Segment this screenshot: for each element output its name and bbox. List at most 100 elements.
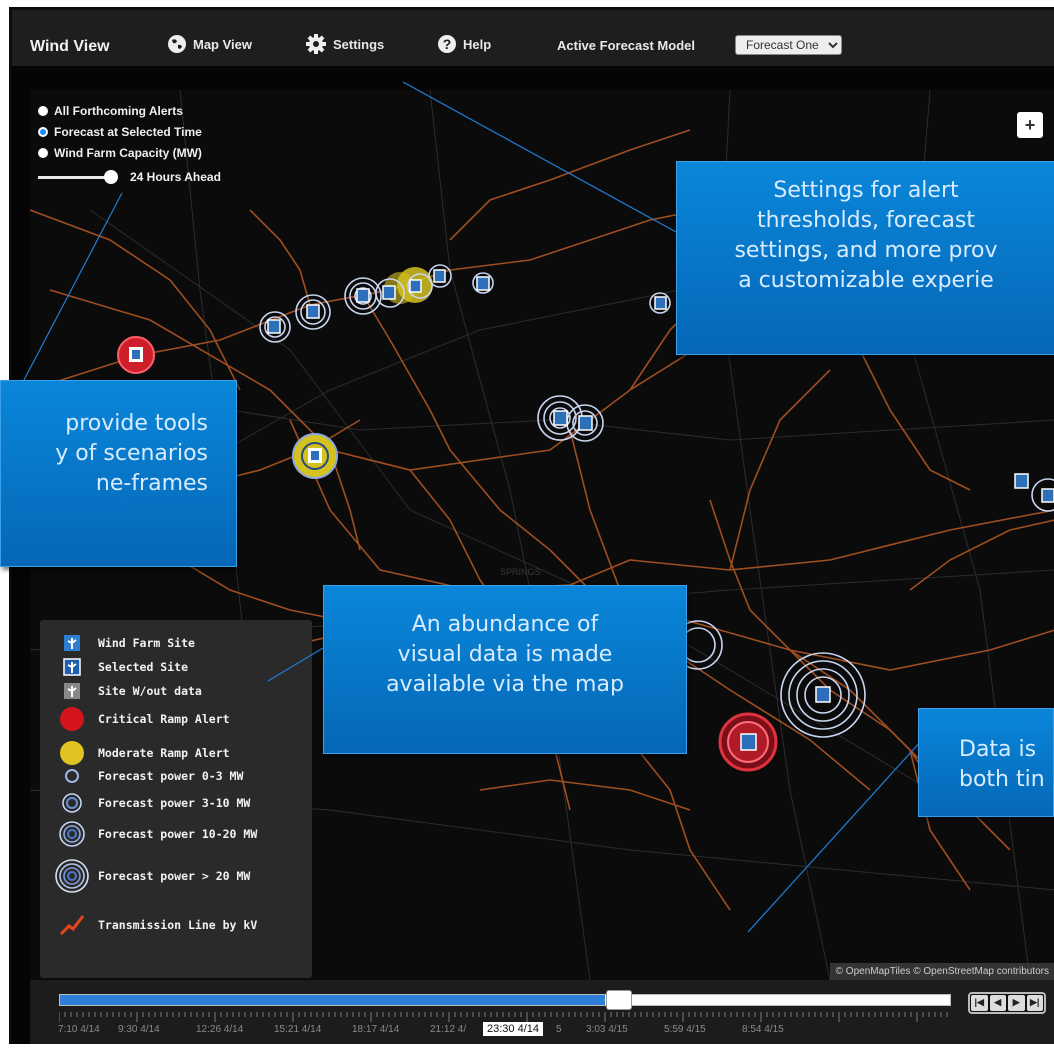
- legend-row: Forecast power 0-3 MW: [52, 768, 243, 784]
- callout-tools: provide tools y of scenarios ne-frames: [0, 380, 237, 567]
- forecast-model-label: Active Forecast Model: [557, 38, 695, 53]
- legend-label: Forecast power 0-3 MW: [98, 769, 244, 783]
- timeline-bar: |◀ ◀ ▶ ▶| 7:10 4/14 9:30 4/14 12:26 4/14…: [30, 980, 1054, 1044]
- map-legend: Wind Farm Site Selected Site Site W/out …: [40, 620, 312, 978]
- zoom-in-button[interactable]: +: [1017, 112, 1043, 138]
- hours-ahead-slider[interactable]: [38, 169, 118, 184]
- hours-ahead-slider-row: 24 Hours Ahead: [38, 165, 221, 189]
- callout-line: Settings for alert: [773, 178, 959, 203]
- option-label: Wind Farm Capacity (MW): [54, 145, 202, 160]
- callout-line: Data is: [959, 737, 1037, 762]
- playback-controls: |◀ ◀ ▶ ▶|: [968, 992, 1046, 1014]
- legend-row: Forecast power 3-10 MW: [52, 792, 250, 814]
- time-slider[interactable]: [59, 990, 951, 1010]
- radio-button[interactable]: [38, 105, 48, 116]
- legend-row: Wind Farm Site: [52, 634, 195, 652]
- legend-label: Moderate Ramp Alert: [98, 746, 230, 760]
- forecast-power-3-ring-icon: [59, 821, 85, 847]
- step-back-button[interactable]: ◀: [989, 995, 1006, 1011]
- legend-label: Selected Site: [98, 660, 189, 674]
- option-label: Forecast at Selected Time: [54, 124, 202, 139]
- critical-ramp-alert-icon: [60, 707, 84, 731]
- nav-map-view[interactable]: Map View: [167, 30, 252, 58]
- time-label: 8:54 4/15: [742, 1024, 784, 1035]
- legend-label: Forecast power 10-20 MW: [98, 827, 258, 841]
- map-attribution[interactable]: © OpenMapTiles © OpenStreetMap contribut…: [829, 963, 1054, 980]
- callout-map: An abundance of visual data is made avai…: [323, 585, 687, 754]
- svg-text:?: ?: [443, 36, 452, 52]
- callout-time: Data is both tin: [918, 708, 1054, 817]
- radio-button-selected[interactable]: [38, 126, 48, 137]
- time-label: 5:59 4/15: [664, 1024, 706, 1035]
- option-wind-farm-capacity[interactable]: Wind Farm Capacity (MW): [38, 142, 221, 163]
- option-forecast-selected-time[interactable]: Forecast at Selected Time: [38, 121, 221, 142]
- time-label: 12:26 4/14: [196, 1024, 244, 1035]
- radio-button[interactable]: [38, 147, 48, 158]
- moderate-alert-site-1[interactable]: [292, 433, 338, 479]
- legend-label: Wind Farm Site: [98, 636, 195, 650]
- nav-settings[interactable]: Settings: [305, 30, 384, 58]
- callout-line: ne-frames: [95, 471, 208, 496]
- timeline-ticks: [59, 1012, 948, 1022]
- nav-settings-label: Settings: [333, 36, 385, 52]
- legend-label: Transmission Line by kV: [98, 918, 258, 932]
- callout-settings: Settings for alert thresholds, forecast …: [676, 161, 1054, 355]
- legend-label: Site W/out data: [98, 684, 202, 698]
- option-label: All Forthcoming Alerts: [54, 103, 183, 118]
- time-slider-handle[interactable]: [606, 990, 632, 1010]
- option-all-alerts[interactable]: All Forthcoming Alerts: [38, 100, 221, 121]
- legend-label: Critical Ramp Alert: [98, 712, 230, 726]
- legend-row: Forecast power > 20 MW: [52, 858, 250, 894]
- wind-farm-site-icon: [64, 635, 80, 651]
- current-time-label: 23:30 4/14: [483, 1022, 543, 1036]
- callout-line: both tin: [959, 767, 1045, 792]
- site-without-data-icon: [64, 683, 80, 699]
- globe-icon: [168, 35, 186, 53]
- legend-row: Transmission Line by kV: [52, 912, 257, 938]
- legend-row: Moderate Ramp Alert: [52, 740, 230, 766]
- callout-line: a customizable experie: [738, 268, 994, 293]
- play-button[interactable]: ▶: [1008, 995, 1025, 1011]
- legend-row: Selected Site: [52, 658, 188, 676]
- gear-icon: [306, 34, 326, 54]
- legend-row: Forecast power 10-20 MW: [52, 820, 257, 848]
- time-label: 9:30 4/14: [118, 1024, 160, 1035]
- callout-line: y of scenarios: [55, 441, 208, 466]
- nav-help-label: Help: [463, 36, 492, 52]
- help-icon: ?: [438, 35, 456, 53]
- callout-line: thresholds, forecast: [756, 208, 976, 233]
- legend-label: Forecast power 3-10 MW: [98, 796, 251, 810]
- nav-map-view-label: Map View: [193, 36, 253, 52]
- time-label: 3:03 4/15: [586, 1024, 628, 1035]
- callout-line: visual data is made: [397, 642, 613, 667]
- critical-alert-site-1[interactable]: [117, 336, 155, 374]
- callout-line: provide tools: [65, 411, 208, 436]
- skip-forward-button[interactable]: ▶|: [1026, 995, 1043, 1011]
- top-navbar: Wind View Map View Settings ? Help Activ…: [12, 10, 1054, 74]
- time-label: 18:17 4/14: [352, 1024, 400, 1035]
- time-label: 7:10 4/14: [58, 1024, 100, 1035]
- selected-site-icon: [63, 658, 81, 676]
- legend-row: Site W/out data: [52, 682, 202, 700]
- callout-line: available via the map: [386, 672, 624, 697]
- transmission-line-icon: [59, 915, 85, 936]
- callout-line: settings, and more prov: [734, 238, 998, 263]
- time-label: 21:12 4/: [430, 1024, 467, 1035]
- forecast-power-1-ring-icon: [65, 769, 79, 783]
- moderate-ramp-alert-icon: [60, 741, 84, 765]
- forecast-power-2-ring-icon: [62, 793, 82, 813]
- slider-knob[interactable]: [104, 169, 118, 184]
- map-place-label: SPRINGS: [500, 567, 541, 577]
- forecast-power-4-ring-icon: [55, 859, 89, 893]
- time-label: 5: [556, 1024, 562, 1035]
- callout-line: An abundance of: [411, 612, 599, 637]
- legend-label: Forecast power > 20 MW: [98, 869, 251, 883]
- app-brand[interactable]: Wind View: [30, 38, 110, 56]
- nav-help[interactable]: ? Help: [437, 30, 491, 58]
- time-slider-fill: [60, 995, 605, 1005]
- legend-row: Critical Ramp Alert: [52, 706, 230, 732]
- skip-back-button[interactable]: |◀: [971, 995, 988, 1011]
- time-label: 15:21 4/14: [274, 1024, 322, 1035]
- forecast-model-select[interactable]: Forecast One: [735, 35, 842, 55]
- hours-ahead-label: 24 Hours Ahead: [130, 170, 221, 184]
